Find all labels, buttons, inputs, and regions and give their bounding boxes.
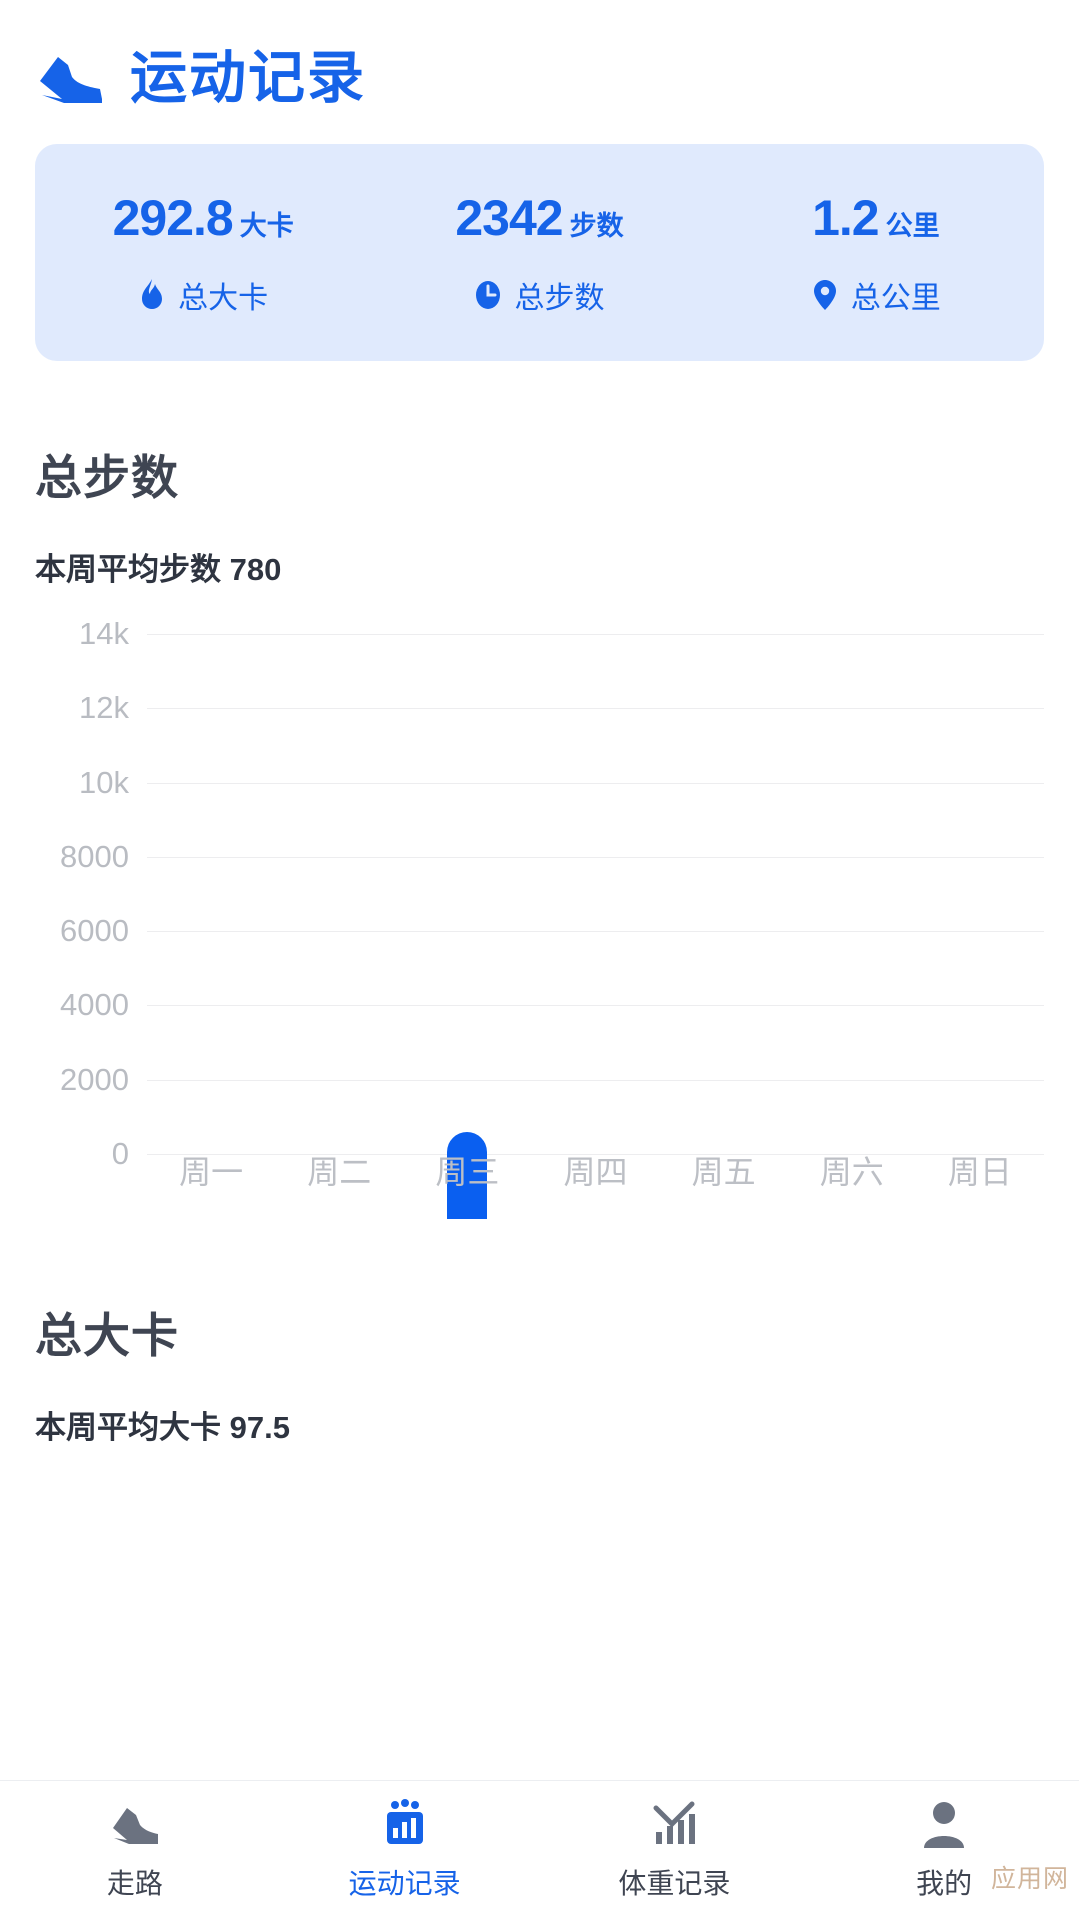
- stat-label: 总步数: [514, 281, 605, 315]
- section-calories: 总大卡 本周平均大卡 97.5: [0, 1297, 1079, 1447]
- chart-y-tick: 2000: [60, 1061, 129, 1097]
- chart-bar-slot[interactable]: [531, 619, 659, 1219]
- chart-x-tick: 周日: [947, 1154, 1012, 1190]
- chart-y-tick: 10k: [79, 764, 129, 800]
- stat-label-row: 总公里: [811, 273, 941, 317]
- summary-card: 292.8 大卡 总大卡 2342 步数 总步数 1.2 公里 总公里: [35, 144, 1044, 361]
- stat-value: 1.2: [812, 189, 880, 246]
- stat-value-row: 2342 步数: [455, 189, 623, 247]
- stat-unit: 步数: [569, 210, 624, 241]
- nav-item-exercise-record[interactable]: 运动记录: [270, 1798, 540, 1902]
- nav-label: 体重记录: [618, 1868, 731, 1899]
- chart-x-tick: 周一: [179, 1154, 244, 1190]
- nav-label: 走路: [106, 1868, 163, 1899]
- stat-value-row: 1.2 公里: [812, 189, 940, 247]
- bar-chart-icon: [379, 1798, 431, 1850]
- nav-item-profile[interactable]: 我的: [809, 1798, 1079, 1902]
- chart-y-tick: 4000: [60, 987, 129, 1023]
- chart-bar-slot[interactable]: [275, 619, 403, 1219]
- nav-label: 运动记录: [348, 1868, 461, 1899]
- stat-label-row: 总大卡: [138, 273, 268, 317]
- chart-bars: [147, 619, 1044, 1219]
- chart-x-tick: 周四: [563, 1154, 628, 1190]
- chart-x-axis: 周一 周二 周三 周四 周五 周六 周日: [147, 1147, 1044, 1193]
- stat-unit: 公里: [885, 210, 940, 241]
- stat-distance: 1.2 公里 总公里: [708, 189, 1044, 317]
- chart-bar-slot[interactable]: [916, 619, 1044, 1219]
- chart-x-tick: 周二: [307, 1154, 372, 1190]
- app-screen: 运动记录 292.8 大卡 总大卡 2342 步数 总步数 1.2 公里 总公里…: [0, 0, 1079, 1919]
- stat-value: 2342: [455, 189, 563, 246]
- chart-x-tick: 周六: [819, 1154, 884, 1190]
- chart-x-tick: 周三: [435, 1154, 500, 1190]
- nav-item-walk[interactable]: 走路: [0, 1798, 270, 1902]
- flame-icon: [138, 278, 166, 312]
- chart-bar-slot[interactable]: [660, 619, 788, 1219]
- chart-x-tick: 周五: [691, 1154, 756, 1190]
- shoe-icon: [38, 51, 104, 107]
- weight-chart-icon: [648, 1798, 700, 1850]
- section-title: 总大卡: [35, 1309, 179, 1362]
- clock-icon: [474, 278, 502, 312]
- nav-label: 我的: [916, 1868, 973, 1899]
- section-steps: 总步数 本周平均步数 780 14k 12k 10k 8000 6000 4000 2000…: [0, 439, 1079, 1219]
- nav-item-weight-record[interactable]: 体重记录: [540, 1798, 810, 1902]
- page-title: 运动记录: [130, 46, 366, 110]
- stat-steps: 2342 步数 总步数: [371, 189, 707, 317]
- bottom-navigation: 走路 运动记录 体重记录 我的: [0, 1780, 1079, 1919]
- chart-bar-slot[interactable]: [147, 619, 275, 1219]
- person-icon: [918, 1798, 970, 1850]
- shoe-icon: [109, 1798, 161, 1850]
- chart-bar-slot[interactable]: [403, 619, 531, 1219]
- stat-unit: 大卡: [239, 210, 294, 241]
- section-subtitle: 本周平均步数 780: [35, 552, 282, 587]
- steps-bar-chart: 14k 12k 10k 8000 6000 4000 2000 0 周一 周二 周三 周四 周五 周六周…: [35, 616, 1044, 1219]
- location-pin-icon: [811, 278, 839, 312]
- section-title: 总步数: [35, 451, 179, 504]
- page-header: 运动记录: [0, 0, 1079, 107]
- chart-bar-slot[interactable]: [788, 619, 916, 1219]
- chart-y-tick: 14k: [79, 616, 129, 651]
- stat-calories: 292.8 大卡 总大卡: [35, 189, 371, 317]
- chart-y-tick: 8000: [60, 838, 129, 874]
- stat-value-row: 292.8 大卡: [113, 189, 294, 247]
- stat-label-row: 总步数: [474, 273, 604, 317]
- stat-label: 总大卡: [178, 281, 269, 315]
- chart-y-tick: 12k: [79, 690, 129, 726]
- stat-label: 总公里: [850, 281, 941, 315]
- chart-y-tick: 6000: [60, 913, 129, 949]
- stat-value: 292.8: [112, 189, 234, 246]
- chart-y-tick: 0: [111, 1136, 129, 1171]
- section-subtitle: 本周平均大卡 97.5: [35, 1410, 290, 1445]
